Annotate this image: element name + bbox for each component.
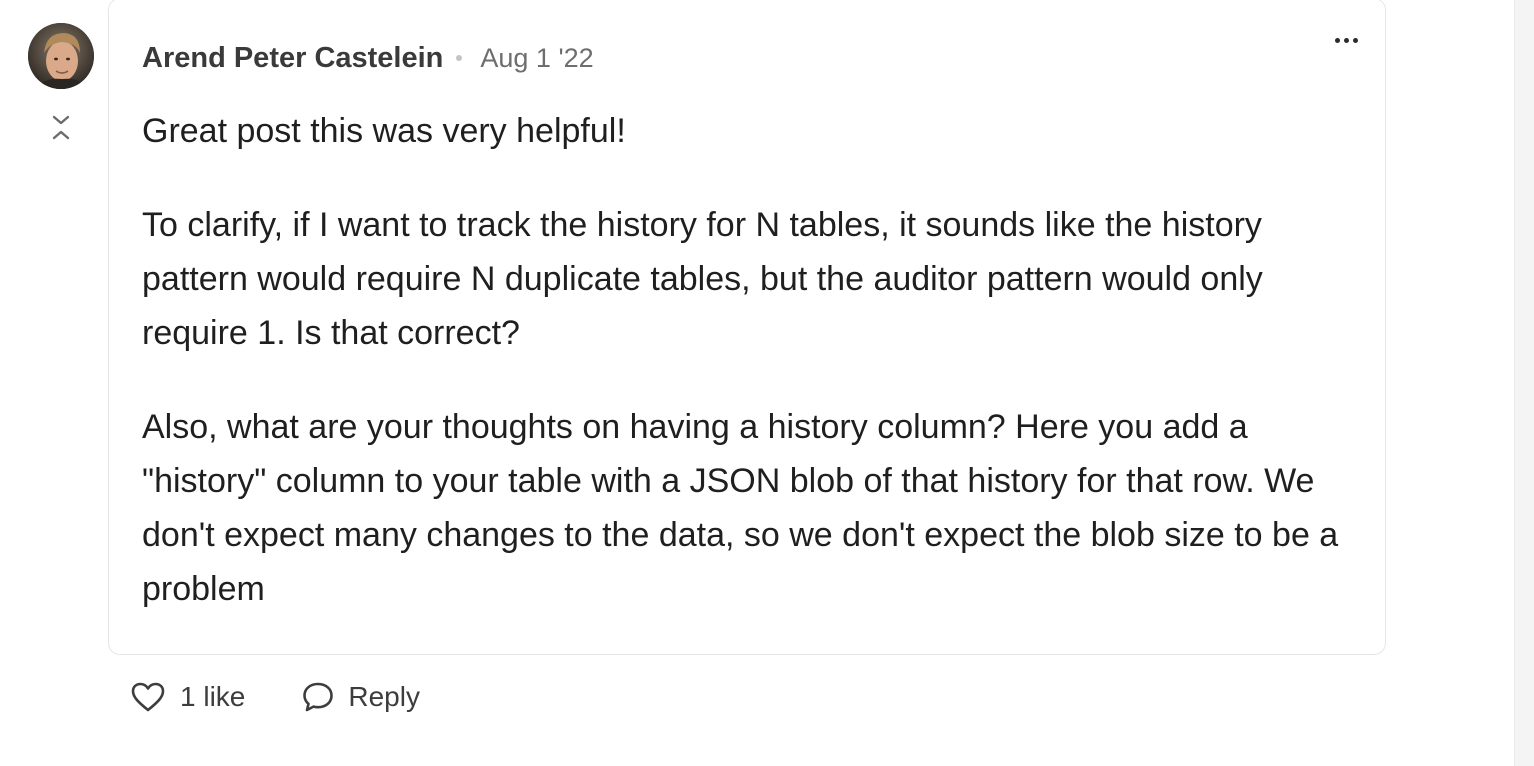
comment-meta: Arend Peter Castelein Aug 1 '22	[142, 38, 594, 78]
reply-button[interactable]: Reply	[301, 680, 420, 714]
comment-body: Great post this was very helpful! To cla…	[142, 104, 1352, 656]
more-dot	[1352, 37, 1358, 43]
more-options-icon[interactable]	[1328, 27, 1364, 53]
comment-paragraph: Also, what are your thoughts on having a…	[142, 408, 1339, 608]
comment-date[interactable]: Aug 1 '22	[480, 43, 593, 74]
heart-icon	[131, 682, 165, 712]
like-button[interactable]: 1 like	[130, 681, 245, 713]
comment-paragraph: Great post this was very helpful!	[142, 112, 626, 150]
separator-dot	[456, 55, 463, 61]
author-name[interactable]: Arend Peter Castelein	[142, 42, 443, 75]
more-dot	[1343, 37, 1349, 43]
avatar[interactable]	[28, 23, 94, 89]
collapse-chevrons-icon[interactable]	[48, 114, 74, 142]
comment-actions: 1 like Reply	[130, 672, 420, 722]
avatar-photo	[28, 23, 94, 89]
reply-label: Reply	[348, 681, 420, 712]
scrollbar-track[interactable]	[1514, 0, 1534, 766]
speech-bubble-icon	[303, 682, 334, 712]
comment-paragraph: To clarify, if I want to track the histo…	[142, 206, 1263, 352]
comment-page: Arend Peter Castelein Aug 1 '22 Great po…	[0, 0, 1534, 766]
more-dot	[1334, 37, 1340, 43]
like-count: 1 like	[180, 681, 246, 712]
